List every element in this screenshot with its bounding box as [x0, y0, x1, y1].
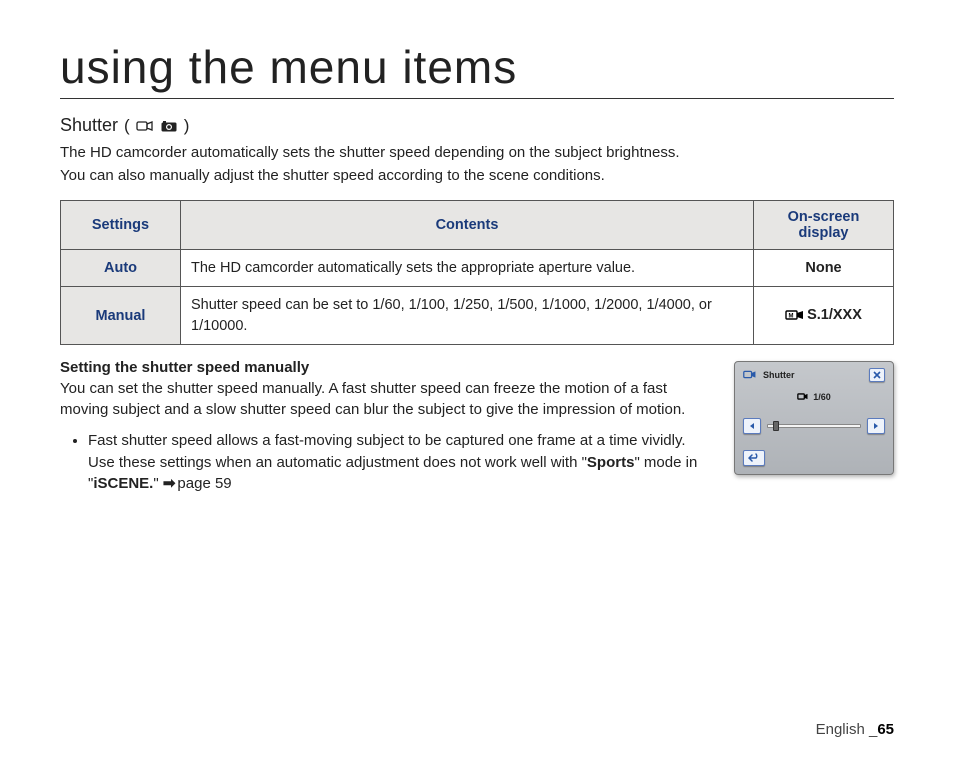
th-settings: Settings — [61, 201, 181, 250]
table-row: Manual Shutter speed can be set to 1/60,… — [61, 287, 894, 345]
heading-paren-open: ( — [124, 116, 130, 136]
row-manual-display-text: S.1/XXX — [807, 307, 862, 323]
back-button — [743, 450, 765, 466]
bullet-list: Fast shutter speed allows a fast-moving … — [60, 430, 716, 495]
shutter-screen-illustration: Shutter 1/60 — [734, 361, 894, 475]
footer-page-number: 65 — [877, 721, 894, 738]
camcorder-icon — [136, 119, 154, 133]
slider-thumb — [773, 421, 779, 431]
table-row: Auto The HD camcorder automatically sets… — [61, 250, 894, 287]
row-auto-contents: The HD camcorder automatically sets the … — [181, 250, 754, 287]
bullet-iscene: iSCENE. — [93, 475, 153, 492]
slider-left-button — [743, 418, 761, 434]
bullet-pageref: page 59 — [177, 475, 231, 492]
row-auto-label: Auto — [61, 250, 181, 287]
manual-subhead: Setting the shutter speed manually — [60, 359, 716, 376]
screen-value: 1/60 — [813, 392, 831, 402]
intro-line-1: The HD camcorder automatically sets the … — [60, 142, 894, 163]
settings-table: Settings Contents On-screen display Auto… — [60, 200, 894, 345]
camera-icon — [160, 119, 178, 133]
row-auto-display: None — [754, 250, 894, 287]
th-contents: Contents — [181, 201, 754, 250]
section-heading: Shutter ( ) — [60, 115, 894, 136]
footer-lang: English _ — [816, 721, 878, 738]
camcorder-small-icon — [797, 392, 809, 401]
intro-line-2: You can also manually adjust the shutter… — [60, 165, 894, 186]
screen-title: Shutter — [763, 370, 795, 380]
arrow-right-icon: ➡ — [163, 475, 176, 492]
table-header-row: Settings Contents On-screen display — [61, 201, 894, 250]
slider-right-button — [867, 418, 885, 434]
row-manual-label: Manual — [61, 287, 181, 345]
row-manual-contents: Shutter speed can be set to 1/60, 1/100,… — [181, 287, 754, 345]
camcorder-manual-icon: M — [785, 309, 805, 321]
intro-block: The HD camcorder automatically sets the … — [60, 142, 894, 186]
close-icon — [869, 368, 885, 382]
section-heading-text: Shutter — [60, 115, 118, 136]
heading-paren-close: ) — [184, 116, 190, 136]
th-display: On-screen display — [754, 201, 894, 250]
shutter-slider — [767, 421, 861, 431]
page-title: using the menu items — [60, 40, 894, 99]
bullet-item: Fast shutter speed allows a fast-moving … — [88, 430, 716, 495]
row-manual-display: M S.1/XXX — [754, 287, 894, 345]
svg-text:M: M — [789, 313, 794, 319]
bullet-sports: Sports — [587, 454, 635, 471]
manual-para: You can set the shutter speed manually. … — [60, 378, 716, 420]
camcorder-icon — [743, 369, 757, 380]
page-footer: English _65 — [816, 721, 894, 738]
bullet-post: " — [153, 475, 163, 492]
